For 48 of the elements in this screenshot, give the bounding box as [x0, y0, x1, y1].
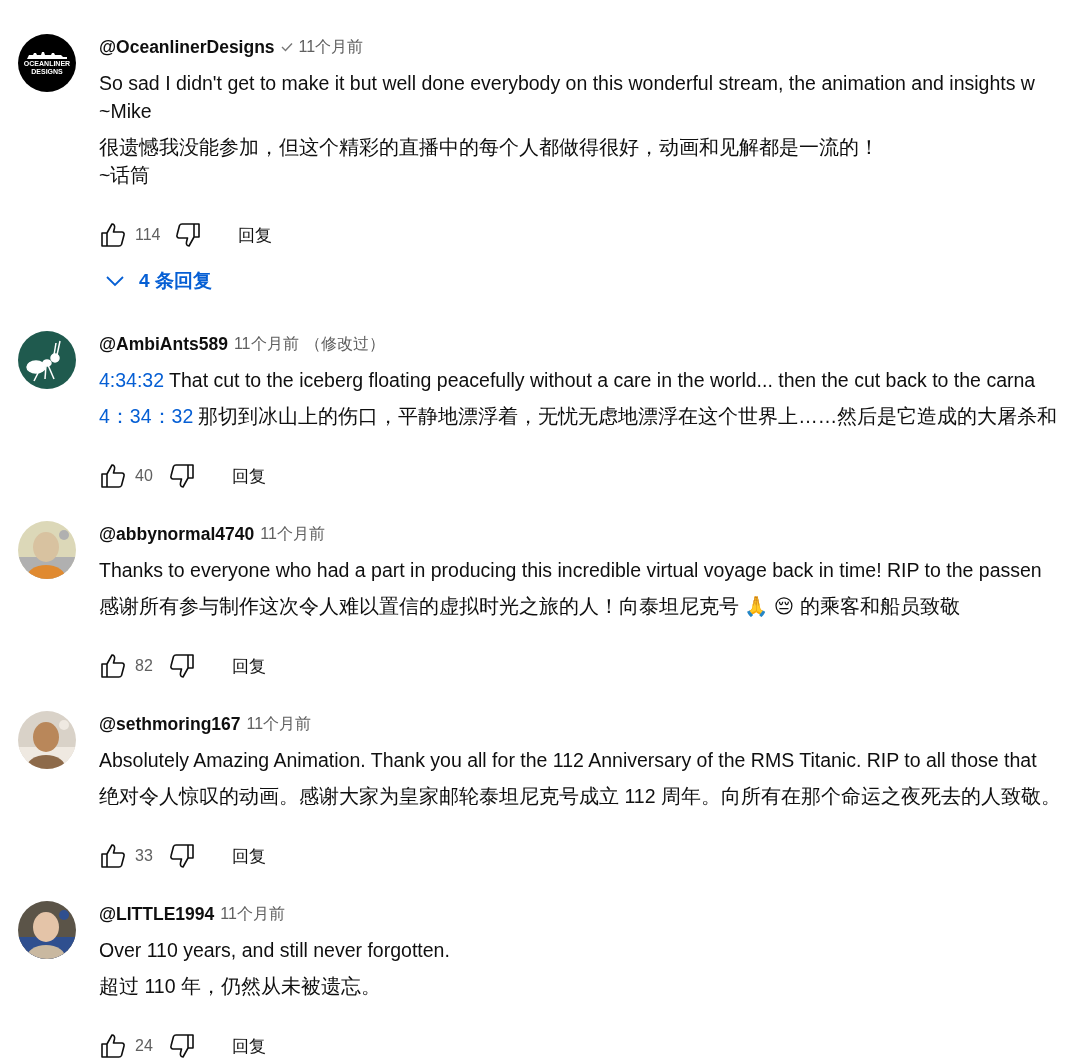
reply-button[interactable]: 回复 — [232, 654, 266, 678]
comment-text: ~Mike — [99, 100, 152, 122]
comment-text: So sad I didn't get to make it but well done everybody on this wonderful stream, the animation and insights w — [99, 72, 1035, 94]
dislike-button[interactable] — [168, 1032, 196, 1060]
comment-time[interactable]: 11个月前 — [260, 523, 325, 545]
comment-text: 很遗憾我没能参加，但这个精彩的直播中的每个人都做得很好，动画和见解都是一流的！ — [99, 136, 879, 158]
like-button[interactable] — [99, 652, 127, 680]
like-count: 114 — [135, 226, 161, 244]
like-count: 24 — [135, 1037, 154, 1055]
edited-note: （修改过） — [304, 333, 385, 354]
username[interactable]: @AmbiAnts589 — [99, 333, 228, 355]
comment-text: Absolutely Amazing Animation. Thank you all for the 112 Anniversary of the RMS Titanic. RIP to all those that — [99, 749, 1037, 771]
dislike-button[interactable] — [168, 462, 196, 490]
username[interactable]: @abbynormal4740 — [99, 523, 255, 545]
reply-button[interactable]: 回复 — [232, 464, 266, 488]
timestamp-link[interactable]: 4:34:32 — [99, 369, 165, 391]
reply-button[interactable]: 回复 — [232, 1034, 266, 1058]
like-count: 40 — [135, 467, 154, 485]
comment-text: ~话筒 — [99, 164, 151, 186]
dislike-button[interactable] — [173, 221, 202, 249]
like-count: 82 — [135, 657, 154, 675]
comment-text: Over 110 years, and still never forgotten. — [99, 939, 450, 961]
username[interactable]: @sethmoring167 — [99, 713, 241, 735]
like-button[interactable] — [99, 1032, 127, 1060]
username[interactable]: @OceanlinerDesigns — [99, 36, 275, 58]
dislike-button[interactable] — [168, 652, 196, 680]
like-button[interactable] — [99, 842, 127, 870]
ant-avatar[interactable] — [18, 331, 76, 389]
username[interactable]: @LITTLE1994 — [99, 903, 215, 925]
like-button[interactable] — [99, 462, 127, 490]
comment-text: That cut to the iceberg floating peacefully without a care in the world... then the cut back to the carna — [169, 369, 1036, 391]
comment-text: 感谢所有参与制作这次令人难以置信的虚拟时光之旅的人！向泰坦尼克号 🙏 😔 的乘客和船员致敬 — [99, 595, 960, 617]
chevron-icon — [105, 275, 125, 287]
comment-text: Thanks to everyone who had a part in producing this incredible virtual voyage back in time! RIP to the passen — [99, 559, 1042, 581]
comment-text: 那切到冰山上的伤口，平静地漂浮着，无忧无虑地漂浮在这个世界上……然后是它造成的大屠杀和 — [198, 405, 1058, 427]
comment-text: 超过 110 年，仍然从未被遗忘。 — [99, 975, 381, 997]
comment-time[interactable]: 11个月前 — [298, 36, 364, 58]
timestamp-link[interactable]: 4：34：32 — [99, 405, 194, 427]
comment-time[interactable]: 11个月前 — [246, 713, 312, 735]
view-replies-button[interactable]: 4 条回复 — [105, 268, 212, 294]
dislike-button[interactable] — [168, 842, 196, 870]
comment-time[interactable]: 11个月前 — [220, 903, 285, 925]
reply-button[interactable]: 回复 — [237, 223, 272, 247]
comment-time[interactable]: 11个月前 — [233, 333, 299, 355]
reply-button[interactable]: 回复 — [232, 844, 266, 868]
like-count: 33 — [135, 847, 154, 865]
comment-text: 绝对令人惊叹的动画。感谢大家为皇家邮轮泰坦尼克号成立 112 周年。向所有在那个命运之夜死去的人致敬。 — [99, 785, 1061, 807]
like-button[interactable] — [99, 221, 127, 249]
